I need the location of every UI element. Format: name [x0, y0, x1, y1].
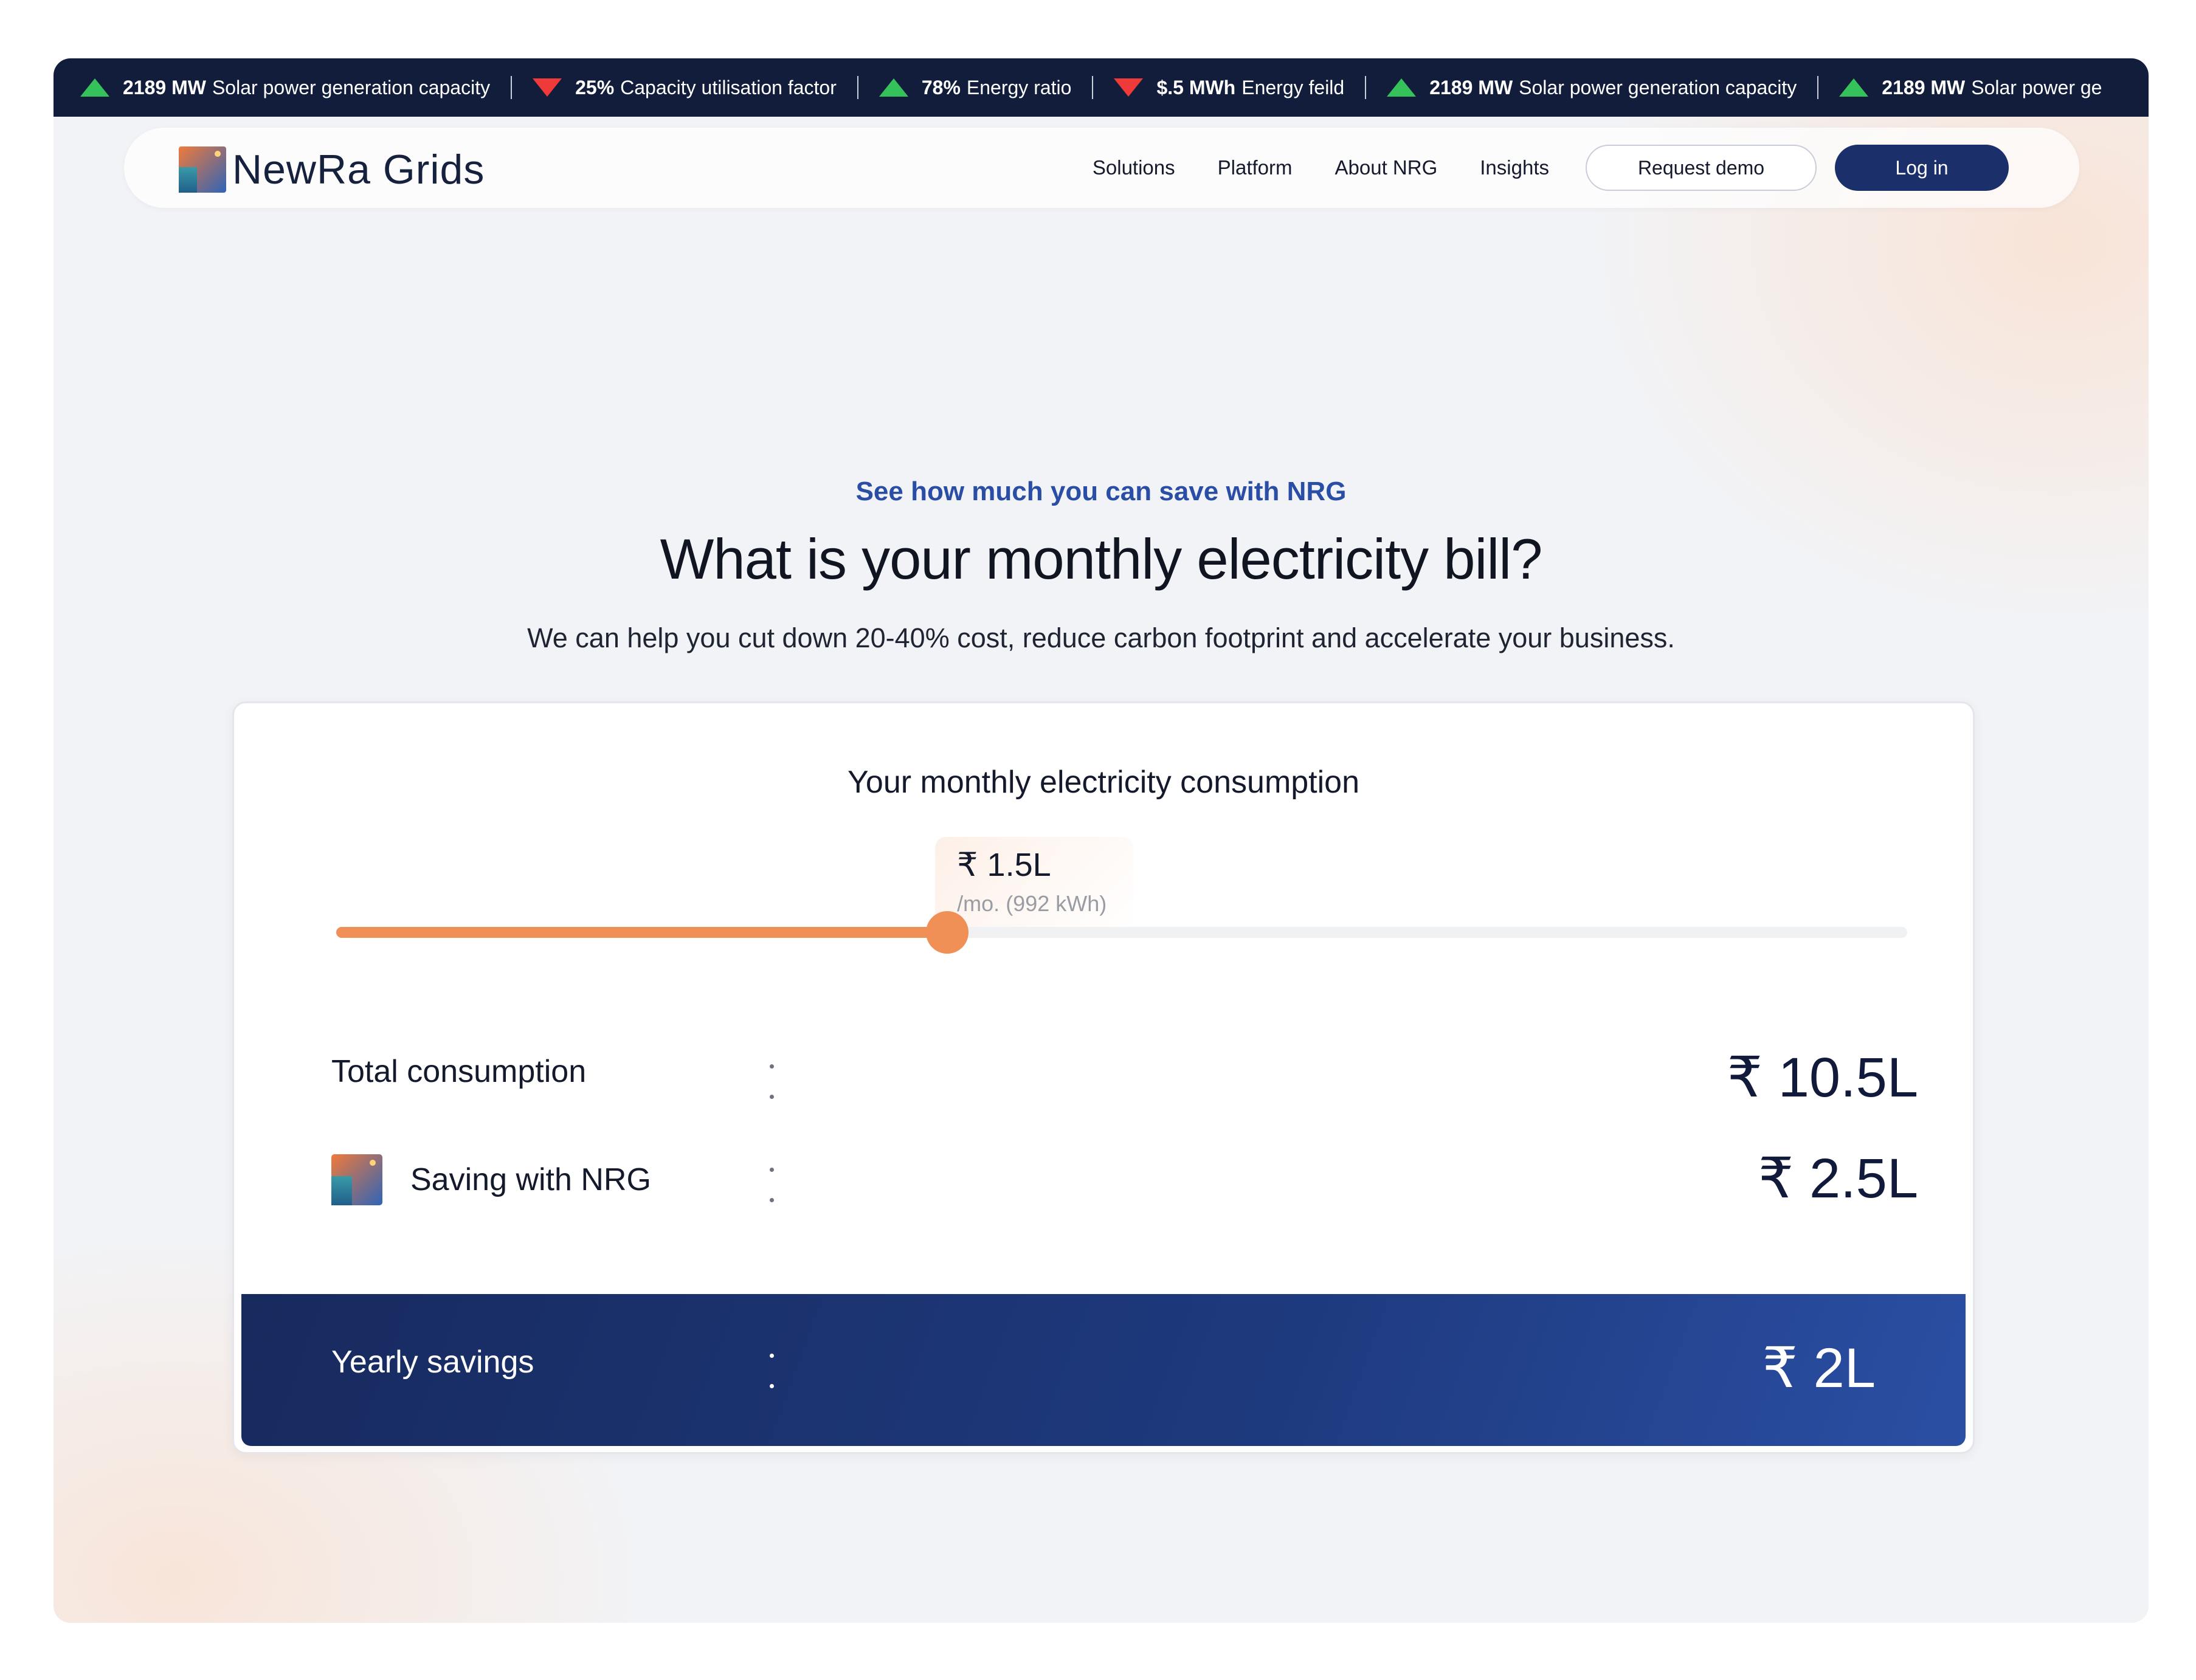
brand-logo[interactable]: NewRa Grids: [179, 146, 485, 193]
section-kicker: See how much you can save with NRG: [855, 477, 1347, 506]
yearly-savings-label: Yearly savings: [331, 1344, 534, 1380]
login-button[interactable]: Log in: [1835, 145, 2009, 191]
top-navigation: NewRa Grids Solutions Platform About NRG…: [124, 128, 2079, 208]
trend-up-icon: [1839, 78, 1869, 97]
yearly-savings-row: Yearly savings ₹ 2L: [331, 1335, 1876, 1402]
ticker-item: 25% Capacity utilisation factor: [533, 77, 837, 99]
request-demo-button[interactable]: Request demo: [1586, 145, 1817, 191]
slider-fill: [336, 927, 948, 938]
trend-up-icon: [1387, 78, 1417, 97]
nav-link-about[interactable]: About NRG: [1335, 156, 1438, 179]
colon-separator: [768, 1158, 775, 1207]
ticker-label: Solar power ge: [1971, 76, 2102, 98]
trend-down-icon: [1114, 78, 1144, 97]
ticker-value: 2189 MW: [1882, 76, 1966, 98]
ticker-divider: [857, 76, 858, 99]
ticker-value: 78%: [921, 76, 961, 98]
ticker-value: 2189 MW: [1429, 76, 1513, 98]
colon-separator: [768, 1348, 775, 1396]
nav-links: Solutions Platform About NRG Insights Re…: [1093, 145, 2009, 191]
ticker-item: 2189 MW Solar power ge: [1839, 77, 2102, 99]
calculator-title: Your monthly electricity consumption: [847, 765, 1360, 800]
nav-link-insights[interactable]: Insights: [1480, 156, 1549, 179]
saving-row: Saving with NRG ₹ 2.5L: [331, 1146, 1918, 1213]
ticker-item: 2189 MW Solar power generation capacity: [80, 77, 490, 99]
page-subtitle: We can help you cut down 20-40% cost, re…: [527, 622, 1675, 653]
ticker-divider: [511, 76, 513, 99]
page-title: What is your monthly electricity bill?: [660, 527, 1543, 591]
ticker-value: 25%: [575, 76, 615, 98]
page-frame: 2189 MW Solar power generation capacity …: [54, 58, 2149, 1623]
ticker-label: Energy ratio: [966, 76, 1072, 98]
ticker-label: Energy feild: [1241, 76, 1345, 98]
ticker-divider: [1092, 76, 1094, 99]
ticker-label: Solar power generation capacity: [212, 76, 491, 98]
nav-link-solutions[interactable]: Solutions: [1093, 156, 1175, 179]
total-consumption-row: Total consumption ₹ 10.5L: [331, 1045, 1918, 1112]
newra-logo-icon: [331, 1154, 382, 1205]
slider-handle[interactable]: [926, 911, 969, 954]
trend-down-icon: [533, 78, 562, 97]
saving-label: Saving with NRG: [410, 1162, 651, 1197]
ticker-item: 2189 MW Solar power generation capacity: [1387, 77, 1797, 99]
ticker-divider: [1365, 76, 1367, 99]
ticker-label: Solar power generation capacity: [1519, 76, 1797, 98]
slider-value-label: ₹ 1.5L: [957, 847, 1051, 883]
stats-ticker: 2189 MW Solar power generation capacity …: [54, 58, 2149, 117]
yearly-savings-banner: Yearly savings ₹ 2L: [241, 1294, 1966, 1446]
ticker-value: $.5 MWh: [1156, 76, 1236, 98]
colon-separator: [768, 1057, 775, 1106]
consumption-slider[interactable]: [336, 911, 1907, 954]
nav-link-platform[interactable]: Platform: [1218, 156, 1293, 179]
ticker-divider: [1817, 76, 1819, 99]
yearly-savings-value: ₹ 2L: [1762, 1337, 1876, 1399]
total-consumption-label: Total consumption: [331, 1054, 587, 1089]
savings-calculator-card: Your monthly electricity consumption ₹ 1…: [232, 701, 1975, 1454]
saving-label-group: Saving with NRG: [331, 1154, 651, 1205]
trend-up-icon: [879, 78, 908, 97]
ticker-item: 78% Energy ratio: [879, 76, 1072, 99]
newra-logo-icon: [179, 146, 226, 193]
saving-value: ₹ 2.5L: [1758, 1148, 1918, 1210]
trend-up-icon: [80, 78, 109, 97]
ticker-label: Capacity utilisation factor: [620, 76, 837, 98]
slider-sub-label: /mo. (992 kWh): [957, 891, 1107, 916]
ticker-value: 2189 MW: [123, 76, 206, 98]
total-consumption-value: ₹ 10.5L: [1727, 1047, 1918, 1109]
slider-value-tooltip: ₹ 1.5L /mo. (992 kWh): [935, 837, 1134, 931]
ticker-item: $.5 MWh Energy feild: [1114, 77, 1344, 99]
brand-name: NewRa Grids: [232, 146, 485, 193]
